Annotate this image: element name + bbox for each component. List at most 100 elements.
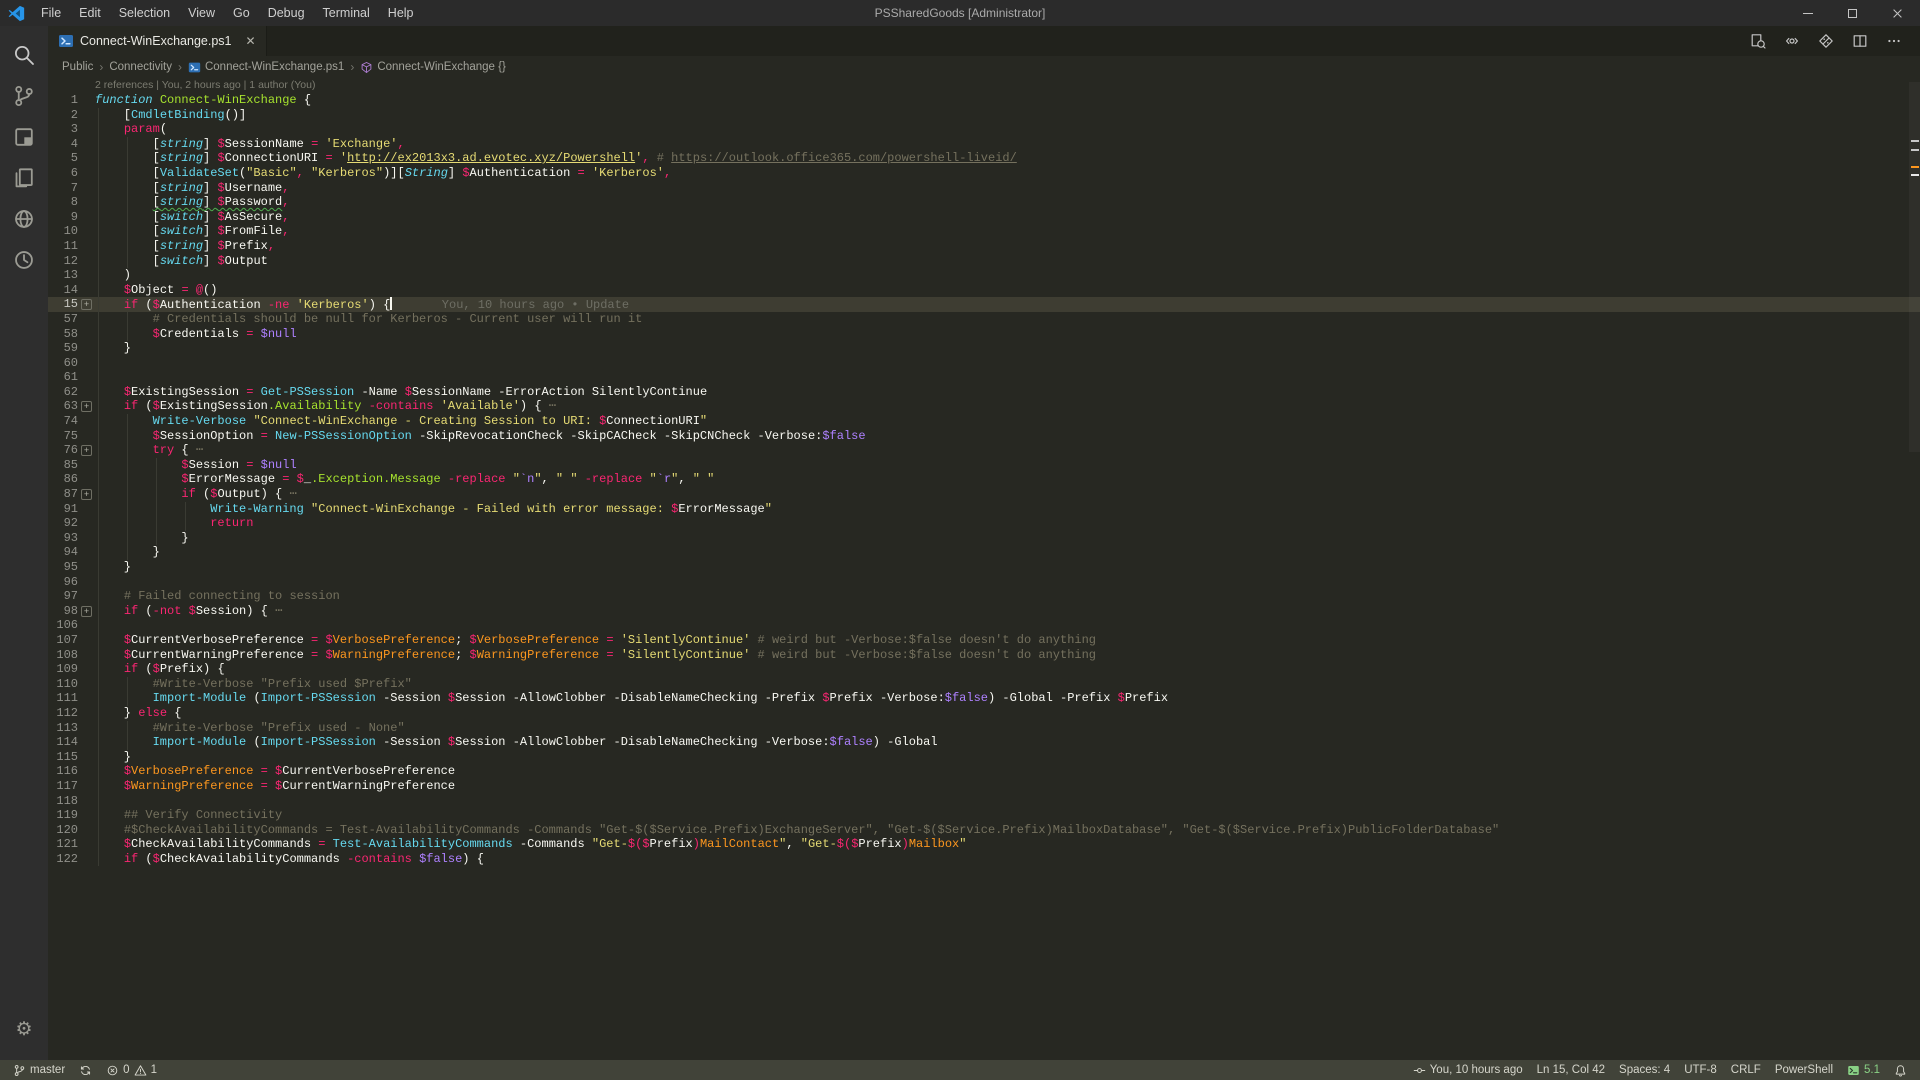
line-number[interactable]: 117 [48,779,78,794]
code-line[interactable]: 94 } [48,545,1920,560]
code-line[interactable]: 3 param( [48,122,1920,137]
menu-go[interactable]: Go [224,0,259,26]
code-line[interactable]: 58 $Credentials = $null [48,327,1920,342]
code-line[interactable]: 10 [switch] $FromFile, [48,224,1920,239]
git-compare-button[interactable] [1818,33,1834,49]
code-line[interactable]: 117 $WarningPreference = $CurrentWarning… [48,779,1920,794]
code-line[interactable]: 87+ if ($Output) { ⋯ [48,487,1920,502]
code-line[interactable]: 111 Import-Module (Import-PSSession -Ses… [48,691,1920,706]
line-number[interactable]: 14 [48,283,78,298]
line-number[interactable]: 97 [48,589,78,604]
line-number[interactable]: 106 [48,618,78,633]
line-number[interactable]: 9 [48,210,78,225]
activity-files[interactable] [0,157,48,198]
code-line[interactable]: 118 [48,794,1920,809]
status-blame[interactable]: You, 10 hours ago [1406,1060,1530,1080]
line-number[interactable]: 5 [48,151,78,166]
line-number[interactable]: 63 [48,399,78,414]
code-line[interactable]: 76+ try { ⋯ [48,443,1920,458]
code-line[interactable]: 114 Import-Module (Import-PSSession -Ses… [48,735,1920,750]
line-number[interactable]: 98 [48,604,78,619]
line-number[interactable]: 85 [48,458,78,473]
fold-expand-icon[interactable]: + [81,606,92,617]
line-number[interactable]: 121 [48,837,78,852]
code-line[interactable]: 62 $ExistingSession = Get-PSSession -Nam… [48,385,1920,400]
code-line[interactable]: 93 } [48,531,1920,546]
line-number[interactable]: 12 [48,254,78,269]
code-line[interactable]: 2 [CmdletBinding()] [48,108,1920,123]
code-line[interactable]: 63+ if ($ExistingSession.Availability -c… [48,399,1920,414]
line-number[interactable]: 113 [48,721,78,736]
tab-close-icon[interactable]: ✕ [245,35,255,47]
line-number[interactable]: 58 [48,327,78,342]
code-line[interactable]: 95 } [48,560,1920,575]
status-eol[interactable]: CRLF [1724,1060,1768,1080]
line-number[interactable]: 118 [48,794,78,809]
line-number[interactable]: 91 [48,502,78,517]
code-line[interactable]: 106 [48,618,1920,633]
code-line[interactable]: 86 $ErrorMessage = $_.Exception.Message … [48,472,1920,487]
line-number[interactable]: 57 [48,312,78,327]
line-number[interactable]: 8 [48,195,78,210]
line-number[interactable]: 110 [48,677,78,692]
code-line[interactable]: 1function Connect-WinExchange { [48,93,1920,108]
fold-expand-icon[interactable]: + [81,401,92,412]
code-line[interactable]: 59 } [48,341,1920,356]
menu-edit[interactable]: Edit [70,0,110,26]
activity-globe[interactable] [0,198,48,239]
menu-selection[interactable]: Selection [110,0,179,26]
line-number[interactable]: 95 [48,560,78,575]
code-line[interactable]: 113 #Write-Verbose "Prefix used - None" [48,721,1920,736]
status-indentation[interactable]: Spaces: 4 [1612,1060,1677,1080]
breadcrumb-item[interactable]: Connectivity [109,61,172,73]
line-number[interactable]: 109 [48,662,78,677]
activity-settings[interactable]: ⚙ [0,1009,48,1050]
code-line[interactable]: 5 [string] $ConnectionURI = 'http://ex20… [48,151,1920,166]
line-number[interactable]: 75 [48,429,78,444]
code-line[interactable]: 60 [48,356,1920,371]
line-number[interactable]: 76 [48,443,78,458]
line-number[interactable]: 2 [48,108,78,123]
toggle-blame-button[interactable] [1784,33,1800,49]
line-number[interactable]: 7 [48,181,78,196]
status-cursor-position[interactable]: Ln 15, Col 42 [1530,1060,1612,1080]
line-number[interactable]: 115 [48,750,78,765]
line-number[interactable]: 6 [48,166,78,181]
code-line[interactable]: 11 [string] $Prefix, [48,239,1920,254]
open-changes-button[interactable] [1750,33,1766,49]
line-number[interactable]: 11 [48,239,78,254]
tab-connect-winexchange[interactable]: Connect-WinExchange.ps1 ✕ [48,26,267,56]
line-number[interactable]: 94 [48,545,78,560]
fold-expand-icon[interactable]: + [81,299,92,310]
status-ps-version[interactable]: 5.1 [1840,1060,1887,1080]
line-number[interactable]: 116 [48,764,78,779]
scrollbar-thumb[interactable] [1909,82,1920,452]
line-number[interactable]: 74 [48,414,78,429]
line-number[interactable]: 120 [48,823,78,838]
code-line[interactable]: 74 Write-Verbose "Connect-WinExchange - … [48,414,1920,429]
line-number[interactable]: 122 [48,852,78,867]
menu-help[interactable]: Help [379,0,423,26]
code-line[interactable]: 122 if ($CheckAvailabilityCommands -cont… [48,852,1920,867]
menu-view[interactable]: View [179,0,224,26]
activity-source-control[interactable] [0,75,48,116]
breadcrumb-item[interactable]: Connect-WinExchange {} [360,61,506,74]
line-number[interactable]: 15 [48,297,78,312]
activity-history[interactable] [0,239,48,280]
line-number[interactable]: 60 [48,356,78,371]
status-encoding[interactable]: UTF-8 [1677,1060,1724,1080]
code-line[interactable]: 119 ## Verify Connectivity [48,808,1920,823]
code-line[interactable]: 120 #$CheckAvailabilityCommands = Test-A… [48,823,1920,838]
code-line[interactable]: 112 } else { [48,706,1920,721]
line-number[interactable]: 13 [48,268,78,283]
line-number[interactable]: 92 [48,516,78,531]
line-number[interactable]: 3 [48,122,78,137]
line-number[interactable]: 112 [48,706,78,721]
code-line[interactable]: 13 ) [48,268,1920,283]
code-line[interactable]: 9 [switch] $AsSecure, [48,210,1920,225]
code-line[interactable]: 91 Write-Warning "Connect-WinExchange - … [48,502,1920,517]
breadcrumb-item[interactable]: Connect-WinExchange.ps1 [188,61,344,74]
code-line[interactable]: 115 } [48,750,1920,765]
code-line[interactable]: 85 $Session = $null [48,458,1920,473]
line-number[interactable]: 107 [48,633,78,648]
